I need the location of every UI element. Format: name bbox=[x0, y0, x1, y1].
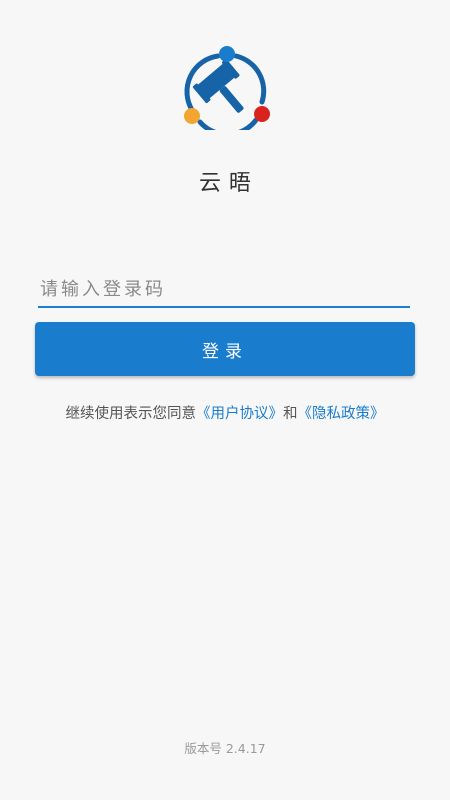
privacy-policy-link[interactable]: 《隐私政策》 bbox=[298, 406, 385, 422]
agreement-notice: 继续使用表示您同意《用户协议》和《隐私政策》 bbox=[0, 402, 450, 423]
login-code-input[interactable] bbox=[38, 272, 410, 308]
gavel-icon bbox=[184, 46, 270, 130]
app-title: 云晤 bbox=[198, 171, 259, 196]
version-number: 2.4.17 bbox=[225, 741, 266, 756]
version-label: 版本号 bbox=[184, 741, 222, 756]
login-screen: 云晤 登录 继续使用表示您同意《用户协议》和《隐私政策》 版本号 2.4.17 bbox=[0, 0, 450, 800]
login-button[interactable]: 登录 bbox=[35, 322, 415, 376]
agreement-prefix: 继续使用表示您同意 bbox=[65, 406, 197, 422]
agreement-conjunction: 和 bbox=[283, 406, 298, 422]
user-agreement-link[interactable]: 《用户协议》 bbox=[196, 406, 283, 422]
version-info: 版本号 2.4.17 bbox=[0, 738, 450, 757]
